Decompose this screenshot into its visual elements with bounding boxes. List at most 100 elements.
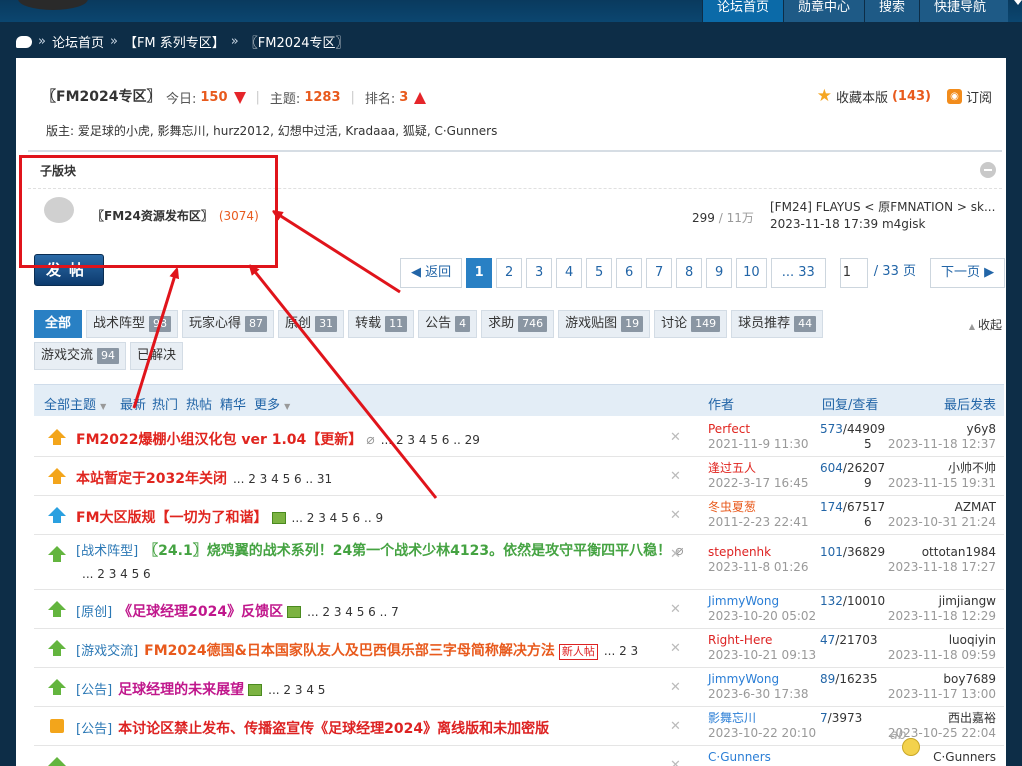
thread-category[interactable]: [公告] — [76, 722, 112, 737]
breadcrumb-item-1[interactable]: 【FM 系列专区】 — [124, 32, 225, 51]
page-link[interactable]: 8 — [676, 258, 703, 288]
author-name[interactable]: 逢过五人 — [708, 461, 809, 476]
thread-category[interactable]: [游戏交流] — [76, 644, 138, 659]
thread-pages[interactable]: ... 2 3 — [604, 644, 638, 658]
last-date[interactable]: 2023-11-18 12:37 — [888, 437, 996, 452]
close-icon[interactable]: ✕ — [670, 680, 681, 695]
reply-count[interactable]: 101 — [820, 545, 843, 559]
thread-title[interactable]: FM2024德国&日本国家队友人及巴西俱乐部三字母简称解决方法 — [144, 643, 555, 659]
fold-button[interactable]: 收起 — [969, 316, 1002, 333]
filter-hotpost[interactable]: 热帖 — [186, 394, 212, 413]
thread-title[interactable]: 〖24.1〗烧鸡翼的战术系列！24第一个战术少林4123。依然是攻守平衡四平八稳… — [144, 543, 671, 559]
author-name[interactable]: C·Gunners — [708, 750, 771, 765]
author-name[interactable]: Right-Here — [708, 633, 816, 648]
type-filter-9[interactable]: 球员推荐 44 — [731, 310, 824, 338]
filter-digest[interactable]: 精华 — [220, 394, 246, 413]
nav-item-0[interactable]: 论坛首页 — [701, 0, 783, 22]
reply-count[interactable]: 604 — [820, 461, 843, 475]
page-link[interactable]: 6 — [616, 258, 643, 288]
filter-all[interactable]: 全部主题 ▼ — [44, 394, 106, 413]
page-link[interactable]: ... 33 — [770, 258, 826, 288]
site-logo[interactable] — [18, 0, 88, 10]
page-link[interactable]: 5 — [586, 258, 613, 288]
last-user[interactable]: ottotan1984 — [888, 545, 996, 560]
last-date[interactable]: 2023-11-15 19:31 — [888, 476, 996, 491]
col-last-post[interactable]: 最后发表 — [944, 394, 996, 413]
type-filter-3[interactable]: 原创 31 — [278, 310, 345, 338]
reply-count[interactable]: 132 — [820, 594, 843, 608]
home-chat-icon[interactable] — [16, 35, 32, 48]
page-input[interactable]: 1 — [839, 258, 868, 288]
type-filter-2[interactable]: 玩家心得 87 — [182, 310, 275, 338]
page-link[interactable]: 2 — [496, 258, 523, 288]
last-date[interactable]: 2023-10-31 21:24 — [888, 515, 996, 530]
last-date[interactable]: 2023-11-18 09:59 — [888, 648, 996, 663]
reply-count[interactable]: 7 — [820, 711, 828, 725]
thread-pages[interactable]: ... 2 3 4 5 6 .. 9 — [292, 511, 384, 525]
reply-count[interactable]: 47 — [820, 633, 835, 647]
page-link[interactable]: 1 — [466, 258, 493, 288]
close-icon[interactable]: ✕ — [670, 547, 681, 562]
next-page-button[interactable]: 下一页 ▶ — [929, 258, 1006, 288]
author-name[interactable]: JimmyWong — [708, 672, 809, 687]
rss-icon[interactable]: ◉ — [946, 88, 962, 104]
col-author[interactable]: 作者 — [708, 394, 734, 413]
thread-pages[interactable]: ... 2 3 4 5 — [268, 683, 325, 697]
close-icon[interactable]: ✕ — [670, 430, 681, 445]
last-user[interactable]: boy7689 — [888, 672, 996, 687]
close-icon[interactable]: ✕ — [670, 641, 681, 656]
last-user[interactable]: AZMAT — [888, 500, 996, 515]
thread-pages[interactable]: ... 2 3 4 5 6 .. 29 — [381, 433, 480, 447]
subscribe-link[interactable]: 订阅 — [966, 87, 992, 106]
thread-title[interactable]: 《足球经理2024》反馈区 — [118, 604, 283, 620]
last-user[interactable]: y6y8 — [888, 422, 996, 437]
author-name[interactable]: stephenhk — [708, 545, 809, 560]
col-reply-view[interactable]: 回复/查看 — [822, 394, 878, 413]
thread-category[interactable]: [公告] — [76, 683, 112, 698]
last-user[interactable]: C·Gunners — [933, 750, 996, 765]
thread-pages[interactable]: ... 2 3 4 5 6 — [82, 567, 151, 581]
back-button[interactable]: ◀ 返回 — [400, 258, 463, 288]
reply-count[interactable]: 89 — [820, 672, 835, 686]
type-filter-10[interactable]: 游戏交流 94 — [34, 342, 127, 370]
close-icon[interactable]: ✕ — [670, 758, 681, 766]
type-filter-11[interactable]: 已解决 — [130, 342, 184, 370]
type-filter-1[interactable]: 战术阵型 98 — [86, 310, 179, 338]
breadcrumb-item-0[interactable]: 论坛首页 — [52, 32, 104, 51]
collapse-icon[interactable] — [980, 162, 996, 178]
breadcrumb-item-2[interactable]: 〖FM2024专区〗 — [245, 32, 349, 51]
thread-title[interactable]: FM2022爆棚小组汉化包 ver 1.04【更新】 — [76, 432, 362, 448]
thread-title[interactable]: 足球经理的未来展望 — [118, 682, 244, 698]
author-name[interactable]: JimmyWong — [708, 594, 816, 609]
last-user[interactable]: luoqiyin — [888, 633, 996, 648]
thread-category[interactable]: [原创] — [76, 605, 112, 620]
filter-latest[interactable]: 最新 — [120, 394, 146, 413]
type-filter-6[interactable]: 求助 746 — [481, 310, 555, 338]
page-link[interactable]: 4 — [556, 258, 583, 288]
star-icon[interactable]: ★ — [817, 86, 832, 106]
last-user[interactable]: 西出嘉裕 — [888, 711, 996, 726]
nav-item-1[interactable]: 勋章中心 — [782, 0, 864, 22]
close-icon[interactable]: ✕ — [670, 719, 681, 734]
reply-count[interactable]: 573 — [820, 422, 843, 436]
type-filter-8[interactable]: 讨论 149 — [654, 310, 728, 338]
thread-pages[interactable]: ... 2 3 4 5 6 .. 31 — [233, 472, 332, 486]
last-user[interactable]: jimjiangw — [888, 594, 996, 609]
thread-title[interactable]: 本讨论区禁止发布、传播盗宣传《足球经理2024》离线版和未加密版 — [118, 721, 549, 737]
page-link[interactable]: 9 — [706, 258, 733, 288]
last-date[interactable]: 2023-11-18 17:27 — [888, 560, 996, 575]
thread-title[interactable]: FM大区版规【一切为了和谐】 — [76, 510, 268, 526]
reply-count[interactable]: 174 — [820, 500, 843, 514]
thread-pages[interactable]: ... 2 3 4 5 6 .. 7 — [307, 605, 399, 619]
nav-item-2[interactable]: 搜索 — [863, 0, 919, 22]
close-icon[interactable]: ✕ — [670, 508, 681, 523]
filter-more[interactable]: 更多 ▼ — [254, 394, 290, 413]
close-icon[interactable]: ✕ — [670, 469, 681, 484]
close-icon[interactable]: ✕ — [670, 602, 681, 617]
last-date[interactable]: 2023-11-17 13:00 — [888, 687, 996, 702]
page-link[interactable]: 3 — [526, 258, 553, 288]
filter-hot[interactable]: 热门 — [152, 394, 178, 413]
type-filter-7[interactable]: 游戏贴图 19 — [558, 310, 651, 338]
subforum-last-title[interactable]: [FM24] FLAYUS < 原FMNATION > sk... — [770, 199, 995, 216]
page-link[interactable]: 7 — [646, 258, 673, 288]
